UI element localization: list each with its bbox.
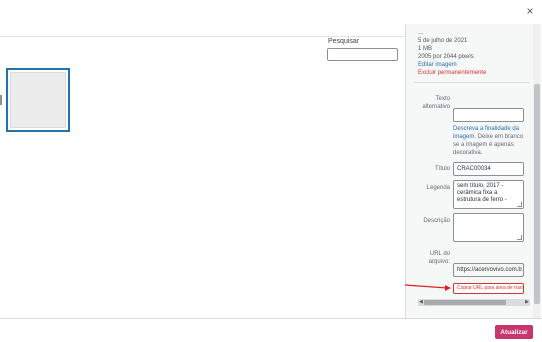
- search-input[interactable]: [327, 48, 398, 61]
- caption-label: Legenda: [426, 185, 450, 191]
- header-divider: [0, 36, 405, 37]
- vertical-scroll-thumb[interactable]: [534, 84, 540, 304]
- delete-permanently-link[interactable]: Excluir permanentemente: [418, 69, 486, 77]
- media-modal: × Pesquisar … 5 de julho de 2021 1 MB 20…: [0, 0, 542, 342]
- attachment-details-sidebar: … 5 de julho de 2021 1 MB 2005 por 2044 …: [405, 24, 533, 318]
- footer-divider: [0, 318, 542, 319]
- description-label: Descrição: [423, 218, 450, 224]
- alt-text-help: Descreva a finalidade da imagem. Deixe e…: [453, 125, 529, 157]
- annotation-arrow-icon: [405, 284, 451, 291]
- file-name: …: [418, 30, 424, 36]
- file-url-input[interactable]: https://acervovivo.com.b: [453, 263, 524, 277]
- alt-text-label: Texto alternativo: [422, 96, 450, 110]
- title-input[interactable]: CRAC00034: [453, 162, 524, 176]
- resize-handle[interactable]: [517, 202, 522, 207]
- attachment-thumbnail-selected[interactable]: [6, 68, 70, 132]
- title-label: Título: [434, 166, 450, 172]
- upload-date: 5 de julho de 2021: [418, 38, 468, 44]
- dimensions: 2005 por 2044 pixels: [418, 54, 474, 60]
- update-button[interactable]: Atualizar: [495, 325, 533, 339]
- attachment-image: [10, 72, 66, 128]
- caption-text: sem título, 2017 - cerâmica fixa a estru…: [457, 183, 507, 203]
- close-icon[interactable]: ×: [518, 0, 542, 22]
- alt-text-input[interactable]: [453, 108, 524, 122]
- scroll-left-icon[interactable]: ◀: [419, 299, 423, 306]
- horizontal-scrollbar[interactable]: ◀ ▶: [418, 299, 530, 306]
- caption-textarea[interactable]: sem título, 2017 - cerâmica fixa a estru…: [453, 180, 524, 209]
- file-url-label: URL do arquivo:: [428, 251, 450, 265]
- copy-url-button[interactable]: Copiar URL para área de transfe: [453, 283, 524, 294]
- resize-handle[interactable]: [517, 235, 522, 240]
- horizontal-scroll-thumb[interactable]: [424, 300, 506, 305]
- details-divider: [414, 82, 530, 83]
- edit-image-link[interactable]: Editar imagem: [418, 61, 457, 69]
- description-textarea[interactable]: [453, 213, 524, 242]
- search-label: Pesquisar: [328, 38, 360, 45]
- vertical-scrollbar[interactable]: [533, 24, 541, 318]
- scroll-right-icon[interactable]: ▶: [525, 299, 529, 306]
- file-size: 1 MB: [418, 46, 433, 52]
- attachment-edge: [0, 95, 2, 105]
